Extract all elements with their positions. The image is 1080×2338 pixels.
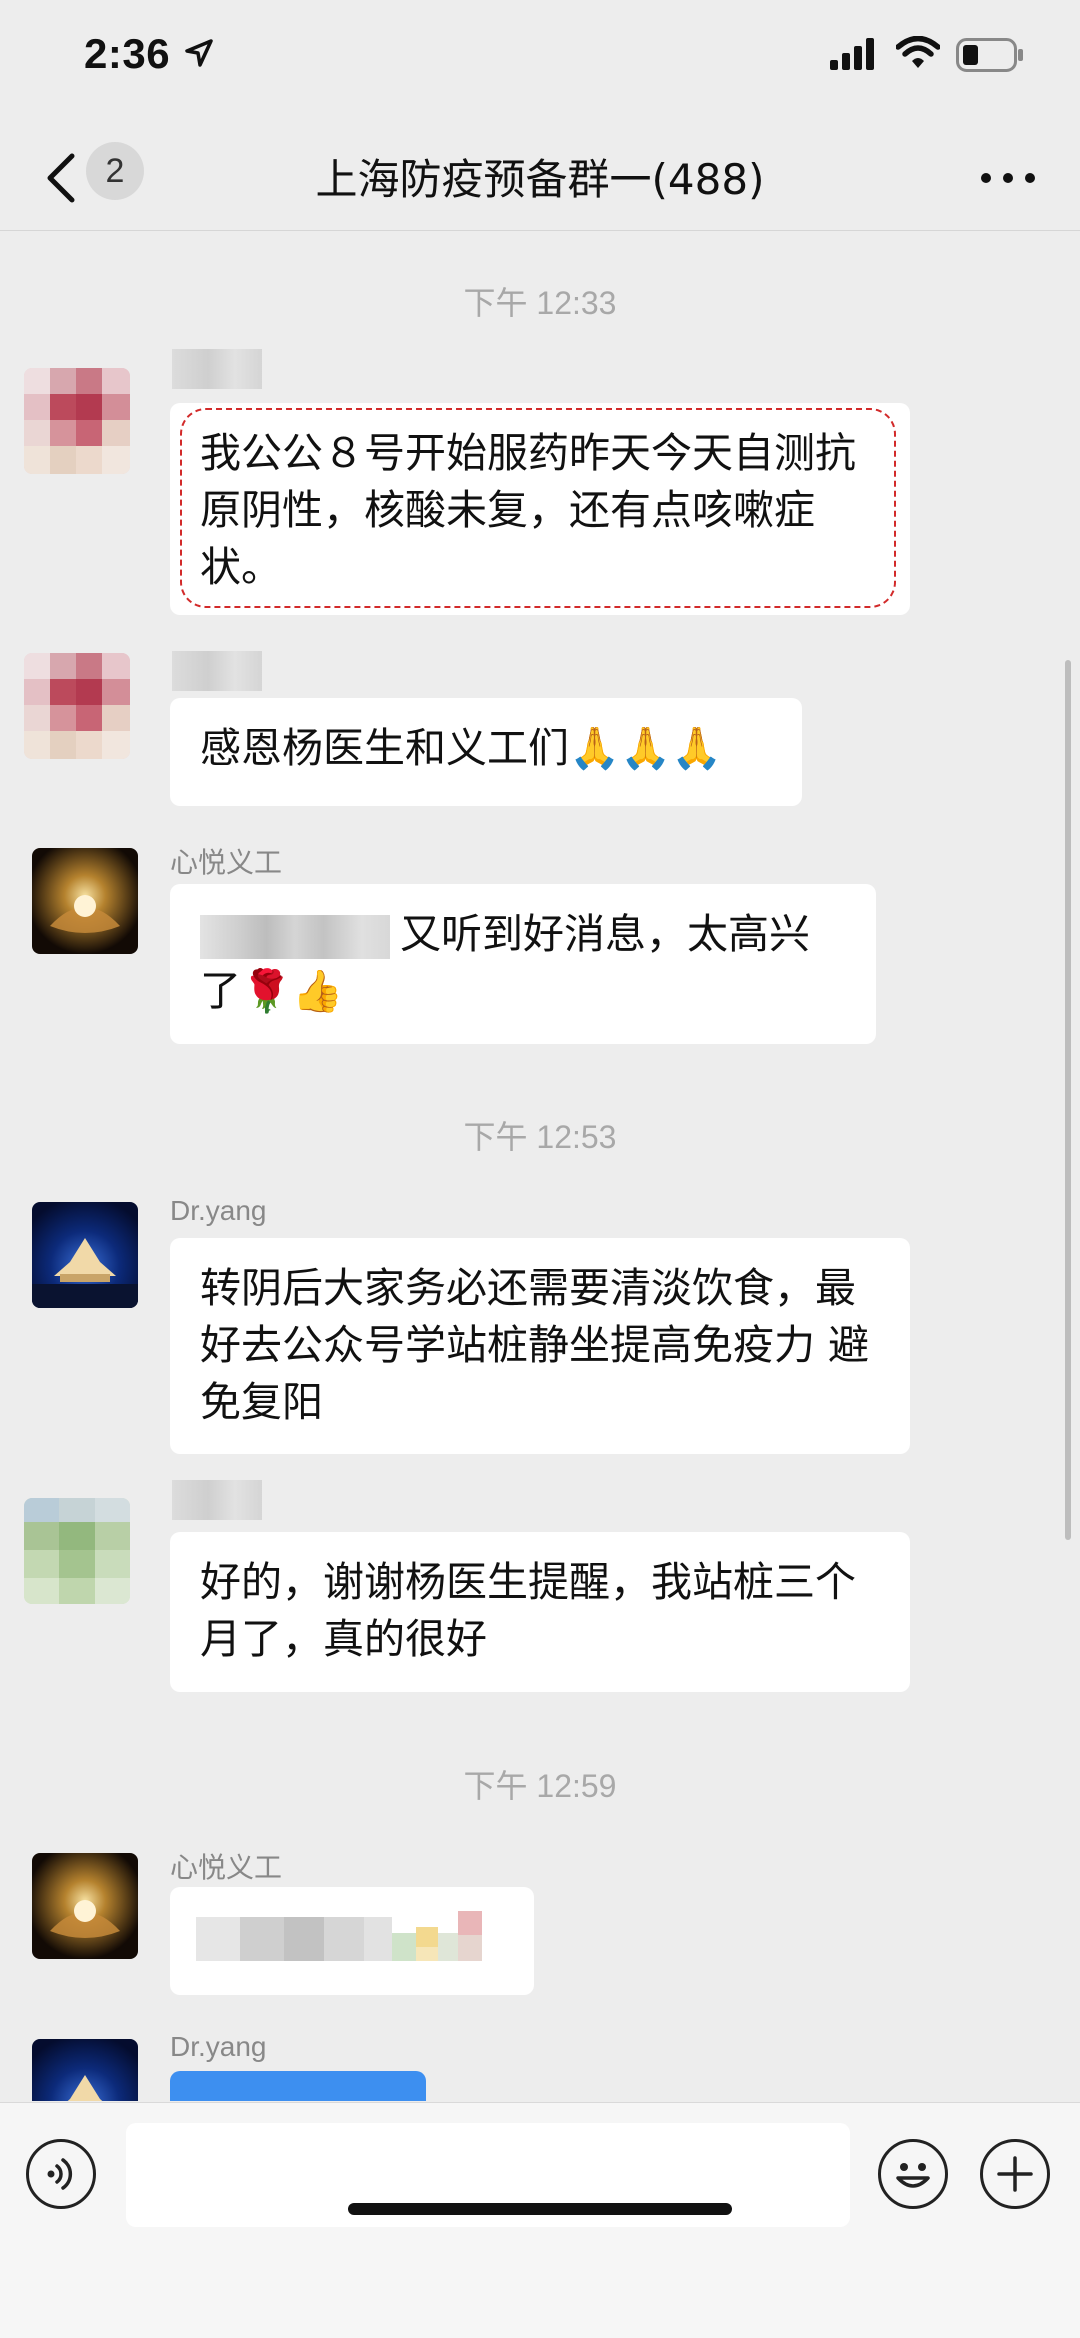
timestamp: 下午 12:59 [463, 1768, 617, 1804]
timestamp: 下午 12:53 [463, 1119, 617, 1155]
message-bubble[interactable]: 又听到好消息，太高兴了🌹👍 [170, 884, 876, 1044]
message-bubble[interactable]: 感恩杨医生和义工们🙏🙏🙏 [170, 698, 802, 806]
status-bar: 2:36 [0, 0, 1080, 120]
more-icon[interactable] [978, 168, 1038, 188]
sender-name: 心悦义工 [170, 1852, 283, 1883]
avatar[interactable] [24, 653, 130, 759]
avatar[interactable] [32, 848, 138, 954]
sender-name: Dr.yang [170, 1195, 267, 1226]
sender-name-blurred [172, 651, 262, 691]
signal-icon [830, 38, 874, 70]
highlight-frame [180, 408, 896, 608]
avatar[interactable] [24, 1498, 130, 1604]
avatar[interactable] [24, 368, 130, 474]
message-list[interactable]: 下午 12:33 我公公８号开始服药昨天今天自测抗原阴性，核酸未复，还有点咳嗽症… [0, 231, 1080, 2101]
link-card-preview[interactable] [170, 2071, 426, 2101]
plus-icon[interactable] [980, 2139, 1050, 2209]
blurred-content [196, 1911, 482, 1961]
message-bubble[interactable] [170, 1887, 534, 1995]
message-bubble[interactable]: 好的，谢谢杨医生提醒，我站桩三个月了，真的很好 [170, 1532, 910, 1692]
home-indicator[interactable] [348, 2203, 732, 2215]
avatar[interactable] [32, 1853, 138, 1959]
sender-name-blurred [172, 349, 262, 389]
mention-blurred [200, 915, 390, 959]
battery-icon [956, 38, 1023, 72]
chat-header: 2 上海防疫预备群一(488) [0, 120, 1080, 231]
chat-title: 上海防疫预备群一(488) [315, 155, 765, 204]
sender-name-blurred [172, 1480, 262, 1520]
message-bubble[interactable]: 转阴后大家务必还需要清淡饮食，最好去公众号学站桩静坐提高免疫力 避免复阳 [170, 1238, 910, 1454]
status-time: 2:36 [84, 30, 171, 77]
avatar[interactable] [32, 1202, 138, 1308]
input-bar [0, 2102, 1080, 2338]
message-text: 好的，谢谢杨医生提醒，我站桩三个月了，真的很好 [200, 1558, 856, 1663]
sender-name: Dr.yang [170, 2031, 267, 2062]
scrollbar[interactable] [1065, 660, 1071, 1540]
avatar[interactable] [32, 2039, 138, 2101]
message-text: 感恩杨医生和义工们🙏🙏🙏 [200, 724, 723, 772]
message-text: 转阴后大家务必还需要清淡饮食，最好去公众号学站桩静坐提高免疫力 避免复阳 [200, 1264, 870, 1426]
wifi-icon [896, 36, 940, 68]
timestamp: 下午 12:33 [463, 285, 617, 321]
location-arrow-icon [185, 39, 213, 67]
sender-name: 心悦义工 [170, 847, 283, 878]
emoji-icon[interactable] [878, 2139, 948, 2209]
voice-icon[interactable] [26, 2139, 96, 2209]
